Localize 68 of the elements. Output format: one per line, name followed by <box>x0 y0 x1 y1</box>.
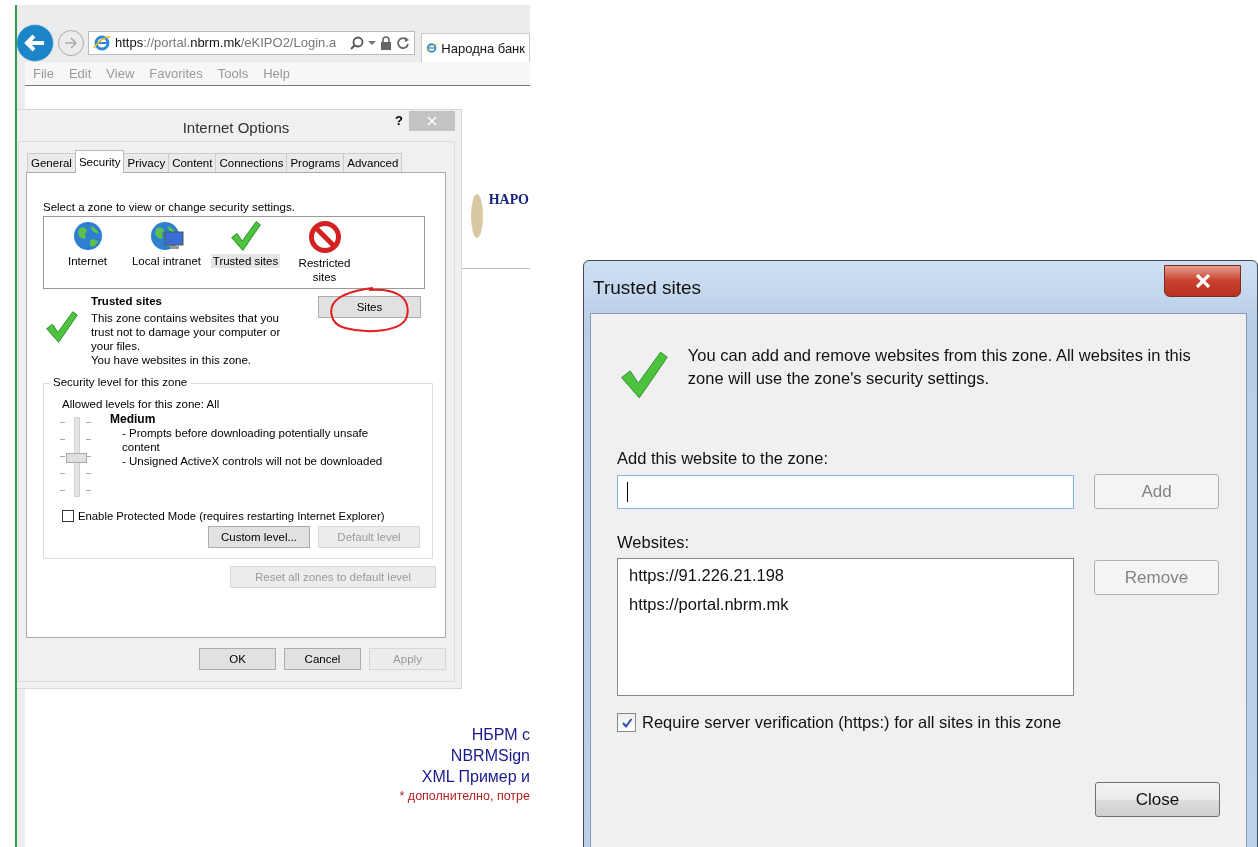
caret-icon <box>368 40 376 45</box>
dialog-button[interactable]: Cancel <box>284 648 361 670</box>
checkbox-label: Require server verification (https:) for all sites in this zone <box>642 713 1062 732</box>
sites-button[interactable]: Sites <box>318 296 421 318</box>
globe-monitor-icon <box>148 220 185 252</box>
close-icon <box>427 116 437 126</box>
checkbox-label: Enable Protected Mode (requires restarting Internet Explorer) <box>78 510 385 522</box>
checkmark-icon <box>620 716 633 729</box>
check-icon <box>619 349 670 401</box>
window-title: Internet Options <box>182 119 290 136</box>
website-item[interactable]: https://91.226.21.198 <box>629 565 785 586</box>
page-heading: НАРО <box>488 192 529 208</box>
zone-item[interactable]: Internet <box>66 254 109 268</box>
link[interactable]: НБРМ с <box>471 725 530 744</box>
level-description: - Prompts before downloading potentially unsafe content <box>121 426 370 454</box>
lock-icon <box>380 35 392 50</box>
no-entry-icon <box>307 220 342 254</box>
field-label: Add this website to the zone: <box>617 449 829 468</box>
description-text: You can add and remove websites from this zone. All websites in this zone will use the zone's security settings. <box>687 345 1192 389</box>
zone-item[interactable]: Local intranet <box>129 254 203 268</box>
check-icon <box>45 310 79 344</box>
tab[interactable]: Security <box>74 150 125 173</box>
arrow-left-icon <box>24 33 46 52</box>
checkbox[interactable] <box>617 713 636 732</box>
forward-button[interactable] <box>58 29 84 56</box>
zone-item[interactable]: Restricted sites <box>287 256 362 284</box>
security-slider[interactable] <box>58 414 94 498</box>
zone-description: You have websites in this zone. <box>91 353 253 367</box>
zone-title: Trusted sites <box>91 295 163 307</box>
dialog-button[interactable]: OK <box>199 648 276 670</box>
globe-icon <box>71 220 104 252</box>
close-dialog-button[interactable]: Close <box>1095 782 1220 817</box>
tab[interactable]: Content <box>168 153 217 172</box>
tab[interactable]: Advanced <box>343 153 403 172</box>
arrow-right-icon <box>64 36 78 49</box>
url-input-field[interactable] <box>617 474 1074 509</box>
group-label: Security level for this zone <box>50 376 191 388</box>
search-icon <box>350 35 364 50</box>
slider-thumb[interactable] <box>66 453 87 463</box>
zone-item[interactable]: Trusted sites <box>210 254 281 268</box>
tab[interactable]: Programs <box>286 153 345 172</box>
help-button[interactable]: ? <box>393 113 405 128</box>
allowed-text: Allowed levels for this zone: All <box>62 398 221 410</box>
tab-title: Народна банк <box>441 40 525 56</box>
zone-description: This zone contains websites that you trust not to damage your computer or your files. <box>91 311 282 353</box>
level-button[interactable]: Custom level... <box>208 526 310 548</box>
refresh-icon <box>396 35 410 50</box>
instruction-text: Select a zone to view or change security settings. <box>43 201 296 213</box>
browser-tab[interactable]: Народна банк <box>421 33 530 62</box>
checkbox[interactable] <box>62 510 74 522</box>
tab[interactable]: Privacy <box>123 153 170 172</box>
level-name: Medium <box>110 412 157 426</box>
close-button[interactable] <box>1164 265 1241 297</box>
tab[interactable]: Connections <box>215 153 288 172</box>
website-item[interactable]: https://portal.nbrm.mk <box>629 594 789 615</box>
back-button[interactable] <box>17 23 54 62</box>
tab[interactable]: General <box>27 153 76 172</box>
link[interactable]: XML Пример и <box>421 767 530 786</box>
field-label: Websites: <box>617 533 691 552</box>
level-description: - Unsigned ActiveX controls will not be downloaded <box>121 454 384 468</box>
link[interactable]: NBRMSign <box>450 746 530 765</box>
e-logo-icon <box>93 33 111 52</box>
address-bar[interactable]: https://portal.nbrm.mk/eKIPO2/Login.a <box>88 30 415 55</box>
url-text: https://portal.nbrm.mk/eKIPO2/Login.a <box>115 35 338 50</box>
window-title: Trusted sites <box>593 277 702 299</box>
check-icon <box>229 220 262 252</box>
note-text: * дополнително, потре <box>399 788 530 805</box>
close-icon <box>1194 274 1211 288</box>
